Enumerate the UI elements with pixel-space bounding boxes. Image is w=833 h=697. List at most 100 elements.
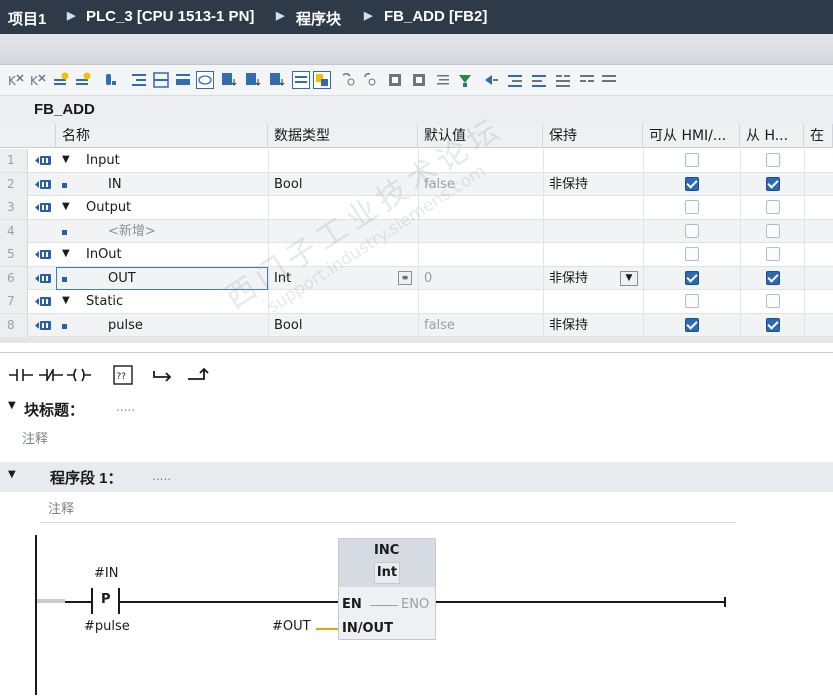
cell-name[interactable]: Input	[86, 149, 236, 172]
table-row[interactable]: 4 <新增>	[0, 219, 833, 243]
empty-box-icon[interactable]: ??	[110, 363, 136, 387]
indent-icon[interactable]	[506, 71, 524, 89]
block-comment[interactable]: 注释	[22, 428, 48, 447]
cell-default[interactable]: false	[424, 173, 534, 196]
expand-toggle-icon[interactable]: ▼	[62, 201, 70, 212]
cell-name[interactable]: Static	[86, 290, 236, 313]
table-section-row[interactable]: 7 ▼ Static	[0, 290, 833, 314]
expand-toggle-icon[interactable]: ▼	[62, 295, 70, 306]
table-row[interactable]: 8 pulse Bool false 非保持	[0, 313, 833, 337]
network-comment-field[interactable]: 注释	[40, 492, 736, 523]
show-comments-icon[interactable]	[174, 71, 192, 89]
expand-icon[interactable]	[554, 71, 572, 89]
collapse-arrow-icon[interactable]: ▼	[8, 469, 16, 480]
table-header-setpoint[interactable]: 在	[804, 124, 833, 148]
coil-icon[interactable]	[66, 363, 92, 387]
cell-datatype[interactable]: Int	[274, 267, 394, 290]
cell-retain[interactable]	[549, 290, 619, 313]
absolute-operand-icon[interactable]	[244, 71, 262, 89]
monitor-icon[interactable]	[340, 71, 358, 89]
favorites-icon[interactable]	[220, 71, 238, 89]
open-all-networks-icon[interactable]	[130, 71, 148, 89]
cell-default[interactable]	[424, 243, 534, 266]
table-header-retain[interactable]: 保持	[543, 124, 643, 148]
cell-retain[interactable]	[549, 149, 619, 172]
close-branch-icon[interactable]	[186, 363, 212, 387]
compare-icon[interactable]	[456, 71, 474, 89]
add-network-icon[interactable]	[74, 71, 92, 89]
hmi-write-checkbox[interactable]	[766, 270, 780, 285]
cell-datatype[interactable]	[274, 243, 394, 266]
hmi-write-checkbox[interactable]	[766, 294, 780, 308]
cell-name[interactable]: Output	[86, 196, 236, 219]
cell-datatype[interactable]: Bool	[274, 173, 394, 196]
cell-retain[interactable]	[549, 243, 619, 266]
inc-instruction-box[interactable]: INC Int EN ENO IN/OUT	[338, 538, 436, 640]
table-scroll-area[interactable]	[0, 337, 833, 343]
force-icon[interactable]	[386, 71, 404, 89]
close-all-networks-icon[interactable]	[152, 71, 170, 89]
box-type-select[interactable]: Int	[374, 562, 400, 584]
cell-default[interactable]	[424, 290, 534, 313]
hmi-access-checkbox[interactable]	[685, 153, 699, 167]
cell-datatype[interactable]	[274, 196, 394, 219]
table-header-hmi-access[interactable]: 可从 HMI/...	[643, 124, 740, 148]
table-header-default[interactable]: 默认值	[418, 124, 543, 148]
cell-retain[interactable]	[549, 196, 619, 219]
p-contact[interactable]: P	[91, 588, 121, 614]
hmi-access-checkbox[interactable]	[685, 200, 699, 214]
cell-name[interactable]: IN	[108, 173, 258, 196]
no-contact-icon[interactable]	[8, 363, 34, 387]
layout-toggle-icon[interactable]	[292, 71, 310, 89]
symbol-info-icon[interactable]	[268, 71, 286, 89]
cell-datatype[interactable]	[274, 290, 394, 313]
table-header-name[interactable]: 名称	[56, 124, 268, 148]
contact-memory-operand[interactable]: #pulse	[84, 619, 130, 634]
go-to-icon[interactable]	[482, 71, 500, 89]
hmi-access-checkbox[interactable]	[685, 294, 699, 308]
cell-default[interactable]	[424, 196, 534, 219]
outdent-icon[interactable]	[530, 71, 548, 89]
hmi-access-checkbox[interactable]	[685, 247, 699, 261]
hmi-write-checkbox[interactable]	[766, 317, 780, 332]
hmi-write-checkbox[interactable]	[766, 176, 780, 191]
hmi-access-checkbox[interactable]	[685, 223, 699, 238]
cell-datatype[interactable]: Bool	[274, 314, 394, 337]
cell-default[interactable]: false	[424, 314, 534, 337]
expand-toggle-icon[interactable]: ▼	[62, 248, 70, 259]
breadcrumb-project[interactable]: 项目1	[8, 8, 46, 29]
contact-operand[interactable]: #IN	[94, 566, 118, 581]
delete-row-icon[interactable]: K	[30, 71, 48, 89]
inout-operand[interactable]: #OUT	[272, 619, 311, 634]
block-title-value[interactable]: .....	[116, 400, 135, 414]
cell-name[interactable]: OUT	[108, 267, 258, 290]
hmi-access-checkbox[interactable]	[685, 270, 699, 285]
hmi-write-checkbox[interactable]	[766, 247, 780, 261]
table-section-row[interactable]: 1 ▼ Input	[0, 149, 833, 173]
expand-toggle-icon[interactable]: ▼	[62, 154, 70, 165]
hmi-access-checkbox[interactable]	[685, 317, 699, 332]
insert-network-icon[interactable]	[52, 71, 70, 89]
hmi-write-checkbox[interactable]	[766, 153, 780, 167]
cell-retain[interactable]: 非保持	[549, 267, 619, 290]
table-header-hmi-write[interactable]: 从 H...	[740, 124, 804, 148]
nc-contact-icon[interactable]	[38, 363, 64, 387]
table-section-row[interactable]: 3 ▼ Output	[0, 196, 833, 220]
cell-datatype[interactable]	[274, 220, 394, 243]
table-row[interactable]: 6 OUT Int ≡ 0 非保持 ▼	[0, 266, 833, 290]
cell-default[interactable]	[424, 220, 534, 243]
cell-datatype[interactable]	[274, 149, 394, 172]
datatype-picker-icon[interactable]: ≡	[398, 270, 412, 285]
hmi-access-checkbox[interactable]	[685, 176, 699, 191]
cell-name[interactable]: <新增>	[108, 220, 258, 243]
table-header-datatype[interactable]: 数据类型	[268, 124, 418, 148]
collapse-arrow-icon[interactable]: ▼	[8, 400, 16, 411]
hmi-write-checkbox[interactable]	[766, 200, 780, 214]
table-section-row[interactable]: 5 ▼ InOut	[0, 243, 833, 267]
cell-retain[interactable]	[549, 220, 619, 243]
cell-name[interactable]: InOut	[86, 243, 236, 266]
modify-icon[interactable]	[362, 71, 380, 89]
cell-retain[interactable]: 非保持	[549, 314, 619, 337]
retain-dropdown-icon[interactable]: ▼	[620, 270, 638, 286]
list-icon[interactable]	[434, 71, 452, 89]
